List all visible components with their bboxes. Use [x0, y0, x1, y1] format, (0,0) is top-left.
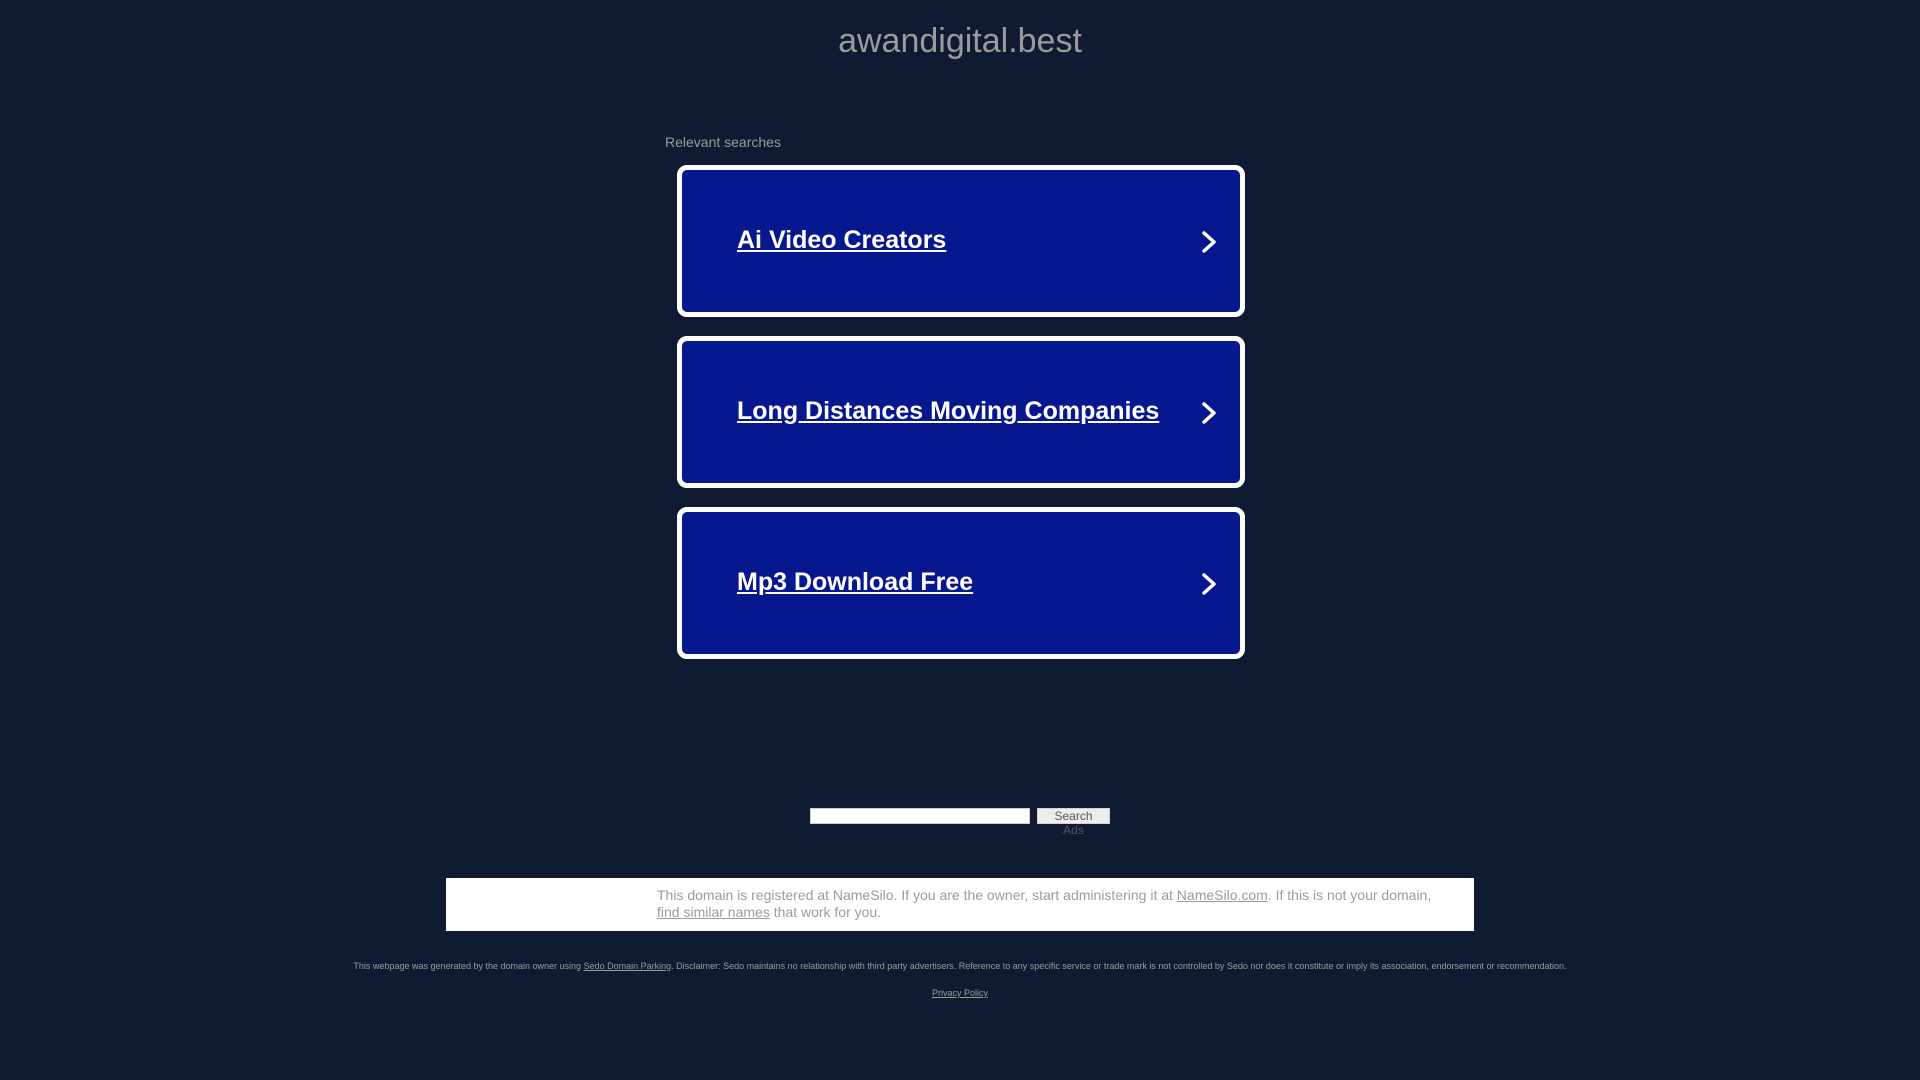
- chevron-right-icon: [1202, 231, 1216, 253]
- info-text-part: that work for you.: [769, 904, 882, 920]
- disclaimer-part: . Disclaimer: Sedo maintains no relation…: [671, 961, 1567, 971]
- registrar-info-box: This domain is registered at NameSilo. I…: [446, 878, 1474, 931]
- search-link-label[interactable]: Mp3 Download Free: [737, 568, 973, 597]
- search-ads-button[interactable]: Search Ads: [1037, 808, 1110, 837]
- chevron-right-icon: [1202, 402, 1216, 424]
- privacy-policy-link[interactable]: Privacy Policy: [932, 988, 988, 998]
- domain-title: awandigital.best: [838, 22, 1082, 60]
- sedo-domain-parking-link[interactable]: Sedo Domain Parking: [584, 961, 672, 971]
- search-input[interactable]: [810, 808, 1030, 824]
- disclaimer-part: This webpage was generated by the domain…: [353, 961, 584, 971]
- namesilo-link[interactable]: NameSilo.com: [1177, 887, 1268, 903]
- relevant-searches-label: Relevant searches: [665, 134, 781, 150]
- search-link-card-mp3-download-free[interactable]: Mp3 Download Free: [677, 507, 1245, 659]
- privacy-policy-container: Privacy Policy: [0, 988, 1920, 998]
- search-link-label[interactable]: Long Distances Moving Companies: [737, 397, 1159, 426]
- search-link-label[interactable]: Ai Video Creators: [737, 226, 946, 255]
- parking-page: awandigital.best Relevant searches Ai Vi…: [0, 0, 1920, 1080]
- search-link-card-long-distances-moving-companies[interactable]: Long Distances Moving Companies: [677, 336, 1245, 488]
- info-text-part: . If this is not your domain,: [1267, 887, 1432, 903]
- chevron-right-icon: [1202, 573, 1216, 595]
- disclaimer-text: This webpage was generated by the domain…: [0, 961, 1920, 971]
- search-link-card-ai-video-creators[interactable]: Ai Video Creators: [677, 165, 1245, 317]
- registrar-info-text: This domain is registered at NameSilo. I…: [657, 887, 1457, 921]
- find-similar-names-link[interactable]: find similar names: [657, 904, 770, 920]
- info-text-part: This domain is registered at NameSilo. I…: [657, 887, 1177, 903]
